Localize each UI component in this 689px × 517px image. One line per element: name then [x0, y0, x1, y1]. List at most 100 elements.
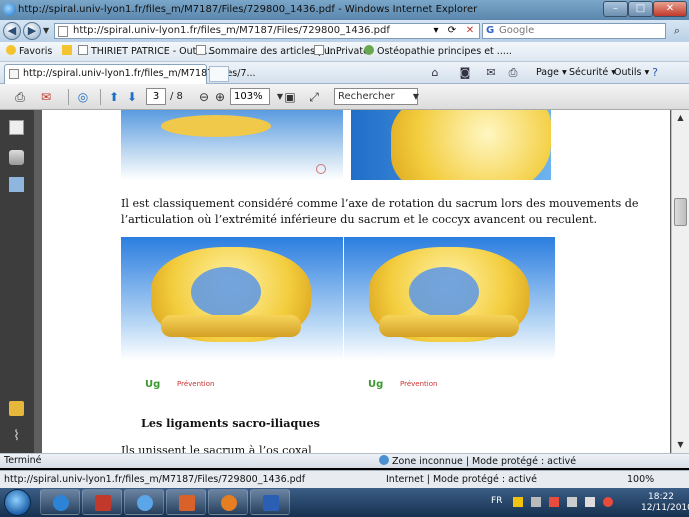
taskbar: FR 18:22 12/11/2010: [0, 488, 689, 517]
tray-icon[interactable]: [513, 497, 523, 507]
scroll-down-icon[interactable]: ▼: [674, 438, 687, 451]
maximize-button[interactable]: □: [628, 1, 653, 17]
fav-item-outlook[interactable]: THIRIET PATRICE - Outlo...: [78, 45, 214, 57]
minimize-button[interactable]: –: [603, 1, 628, 17]
favorites-bar: Favoris THIRIET PATRICE - Outlo... Somma…: [0, 42, 689, 62]
search-field[interactable]: G Google: [482, 23, 666, 39]
body-paragraph-2: Ils unissent le sacrum à l’os coxal: [121, 444, 312, 453]
word-icon: [263, 495, 279, 511]
prev-page-icon[interactable]: ⬆: [106, 89, 122, 105]
taskbar-ie[interactable]: [40, 489, 80, 515]
stop-icon[interactable]: ✕: [463, 24, 477, 38]
volume-icon[interactable]: [585, 497, 595, 507]
new-tab-button[interactable]: [209, 66, 229, 82]
add-favorite-icon[interactable]: [62, 45, 75, 57]
page-icon: [58, 26, 68, 37]
google-icon: G: [486, 25, 495, 36]
collaborate-icon[interactable]: ◎: [75, 89, 91, 105]
pdf-side-panel: ⌇: [0, 110, 34, 453]
forward-button[interactable]: ▶: [23, 22, 41, 40]
fit-width-icon[interactable]: ⤢: [306, 89, 322, 105]
pubis-shape: [161, 315, 301, 337]
logo-caption: Prévention: [177, 380, 215, 388]
find-input[interactable]: Rechercher: [334, 88, 418, 105]
back-button[interactable]: ◀: [3, 22, 21, 40]
quicktime-icon: [137, 495, 153, 511]
figure-top-right: [351, 110, 551, 180]
start-button[interactable]: [4, 489, 31, 516]
refresh-icon[interactable]: ⟳: [445, 24, 459, 38]
taskbar-powerpoint[interactable]: [166, 489, 206, 515]
attachments-icon[interactable]: [9, 150, 24, 165]
separator: [100, 89, 101, 105]
comments-icon[interactable]: [9, 401, 24, 416]
pubis-shape: [379, 315, 519, 337]
print-icon[interactable]: ⎙: [12, 89, 28, 105]
email-pdf-icon[interactable]: ✉: [38, 89, 54, 105]
window-title: http://spiral.univ-lyon1.fr/files_m/M718…: [18, 4, 478, 15]
add-star-icon: [62, 45, 72, 55]
tools-menu[interactable]: Outils ▾: [614, 67, 649, 78]
section-heading: Les ligaments sacro-iliaques: [141, 416, 320, 430]
security-menu[interactable]: Sécurité ▾: [569, 67, 616, 78]
zoom-input[interactable]: 103%: [230, 88, 270, 105]
favorites-button[interactable]: Favoris: [6, 45, 52, 57]
close-button[interactable]: ✕: [653, 1, 687, 17]
zoom-out-icon[interactable]: ⊖: [196, 89, 212, 105]
alert-icon[interactable]: [603, 497, 613, 507]
bone-shape: [391, 110, 551, 180]
fit-page-icon[interactable]: ▣: [282, 89, 298, 105]
globe-icon: [379, 455, 389, 465]
system-tray: FR 18:22 12/11/2010: [489, 488, 689, 517]
page-icon: [9, 69, 19, 79]
print-icon[interactable]: ⎙: [506, 66, 520, 79]
tray-icon[interactable]: [531, 497, 541, 507]
page-menu[interactable]: Page ▾: [536, 67, 567, 78]
zoom-level[interactable]: 100%: [627, 474, 654, 485]
network-icon[interactable]: [567, 497, 577, 507]
recent-pages-dropdown[interactable]: ▼: [43, 26, 49, 35]
security-zone-secondary[interactable]: Internet | Mode protégé : activé: [386, 474, 537, 485]
fav-item-osteopathie[interactable]: Ostéopathie principes et .....: [364, 45, 512, 57]
search-placeholder: Google: [499, 25, 535, 36]
compat-icon[interactable]: ▾: [429, 24, 443, 38]
tab-pdf[interactable]: http://spiral.univ-lyon1.fr/files_m/M718…: [4, 64, 256, 84]
scroll-up-icon[interactable]: ▲: [674, 111, 687, 124]
paperclip-icon[interactable]: ⌇: [9, 428, 24, 444]
mail-icon[interactable]: ✉: [484, 66, 498, 79]
site-icon: [364, 45, 374, 55]
taskbar-quicktime[interactable]: [124, 489, 164, 515]
search-icon[interactable]: ⌕: [668, 23, 686, 39]
taskbar-mediaplayer[interactable]: [208, 489, 248, 515]
scroll-thumb[interactable]: [674, 198, 687, 226]
security-zone[interactable]: Zone inconnue | Mode protégé : activé: [379, 455, 576, 467]
next-page-icon[interactable]: ⬇: [124, 89, 140, 105]
url-field[interactable]: http://spiral.univ-lyon1.fr/files_m/M718…: [54, 23, 480, 39]
taskbar-acrobat[interactable]: [82, 489, 122, 515]
body-paragraph: Il est classiquement considéré comme l’a…: [121, 197, 639, 226]
tray-icon[interactable]: [549, 497, 559, 507]
clock[interactable]: 18:22 12/11/2010: [641, 492, 689, 514]
taskbar-word[interactable]: [250, 489, 290, 515]
vertical-scrollbar[interactable]: ▲ ▼: [671, 110, 689, 453]
help-icon[interactable]: ?: [648, 66, 662, 79]
page-icon: [78, 45, 88, 55]
pelvis-opening: [409, 267, 479, 317]
pdf-toolbar: ⎙ ✉ ◎ ⬆ ⬇ 3 / 8 ⊖ ⊕ 103% ▼ ▣ ⤢ Recherche…: [0, 84, 689, 110]
find-dropdown[interactable]: ▼: [408, 89, 424, 105]
figure-pelvis-left: Ug Prévention: [121, 237, 343, 395]
logo-caption: Prévention: [400, 380, 438, 388]
feeds-icon[interactable]: ◙: [458, 66, 472, 79]
zoom-in-icon[interactable]: ⊕: [212, 89, 228, 105]
status-url: http://spiral.univ-lyon1.fr/files_m/M718…: [4, 474, 306, 485]
document-viewport[interactable]: Il est classiquement considéré comme l’a…: [34, 110, 671, 453]
page-number-input[interactable]: 3: [146, 88, 166, 105]
bookmarks-icon[interactable]: [9, 177, 24, 192]
acrobat-icon: [95, 495, 111, 511]
fav-item-inprivate[interactable]: InPrivate: [314, 45, 369, 57]
language-indicator[interactable]: FR: [491, 496, 502, 506]
bone-shape: [161, 115, 271, 137]
home-icon[interactable]: ⌂: [428, 66, 442, 79]
mediaplayer-icon: [221, 495, 237, 511]
pages-icon[interactable]: [9, 120, 24, 135]
